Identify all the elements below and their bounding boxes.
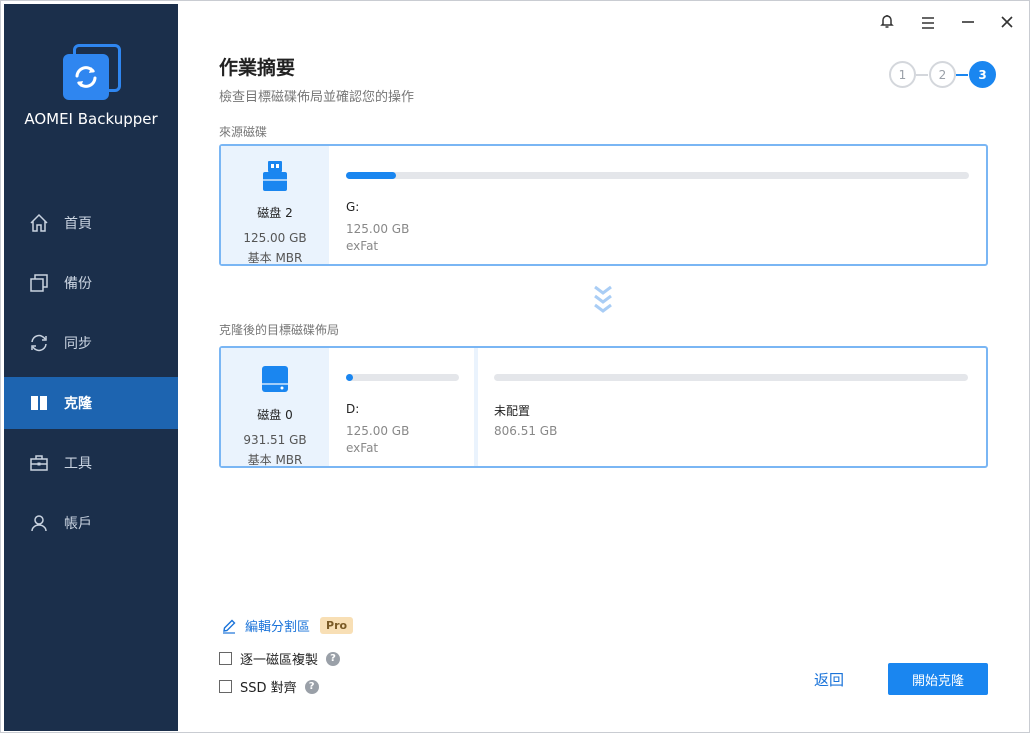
toolbox-icon <box>28 452 50 474</box>
sync-icon <box>28 332 50 354</box>
sidebar: AOMEI Backupper 首頁 備份 同步 克隆 工具 帳戶 <box>4 4 178 731</box>
partition-filesystem: exFat <box>346 441 379 455</box>
page-title: 作業摘要 <box>219 57 296 79</box>
partition-usage-bar <box>494 374 968 381</box>
source-disk-name: 磁盘 2 <box>257 206 293 220</box>
hamburger-menu-icon <box>921 14 935 33</box>
sector-by-sector-label[interactable]: 逐一磁區複製 <box>240 649 318 668</box>
notification-button[interactable] <box>873 9 901 37</box>
partition-usage-fill <box>346 374 353 381</box>
minimize-button[interactable] <box>954 9 982 37</box>
backup-icon <box>28 272 50 294</box>
page-subtitle: 檢查目標磁碟佈局並確認您的操作 <box>219 90 415 105</box>
minimize-icon <box>961 14 975 33</box>
destination-partition-unallocated[interactable]: 未配置 806.51 GB <box>478 348 986 466</box>
step-1: 1 <box>889 61 916 88</box>
sidebar-item-label: 同步 <box>64 336 92 352</box>
source-partition-g[interactable]: G: 125.00 GB exFat <box>329 146 986 264</box>
sidebar-item-label: 帳戶 <box>64 516 92 532</box>
step-2: 2 <box>929 61 956 88</box>
source-disk-info: 磁盘 2 125.00 GB 基本 MBR <box>221 146 329 265</box>
destination-disk-name: 磁盘 0 <box>257 408 293 422</box>
step-connector <box>916 74 928 76</box>
partition-label: D: <box>346 402 360 416</box>
menu-button[interactable] <box>914 9 942 37</box>
sidebar-item-account[interactable]: 帳戶 <box>4 497 178 549</box>
partition-size: 125.00 GB <box>346 222 410 236</box>
sector-by-sector-checkbox[interactable] <box>219 652 232 665</box>
sidebar-item-sync[interactable]: 同步 <box>4 317 178 369</box>
partition-label: G: <box>346 200 360 214</box>
partition-usage-bar <box>346 374 459 381</box>
ssd-align-option: SSD 對齊 ? <box>219 677 319 696</box>
edit-partition-label: 編輯分割區 <box>245 620 311 635</box>
clone-icon <box>28 392 50 414</box>
sidebar-item-backup[interactable]: 備份 <box>4 257 178 309</box>
source-disk-type: 基本 MBR <box>247 251 303 265</box>
back-button[interactable]: 返回 <box>799 663 859 695</box>
user-icon <box>28 512 50 534</box>
hard-disk-icon <box>260 364 290 398</box>
step-connector-active <box>956 74 968 76</box>
pencil-icon <box>221 618 237 634</box>
close-icon <box>1000 14 1014 33</box>
home-icon <box>28 212 50 234</box>
sidebar-item-label: 工具 <box>64 456 92 472</box>
partition-size: 125.00 GB <box>346 424 410 438</box>
app-window: AOMEI Backupper 首頁 備份 同步 克隆 工具 帳戶 作業摘要 檢… <box>0 0 1030 733</box>
ssd-align-label[interactable]: SSD 對齊 <box>240 677 297 696</box>
sidebar-item-label: 備份 <box>64 276 92 292</box>
sidebar-item-tools[interactable]: 工具 <box>4 437 178 489</box>
destination-partition-d[interactable]: D: 125.00 GB exFat <box>329 348 474 466</box>
destination-disk-info: 磁盘 0 931.51 GB 基本 MBR <box>221 348 329 467</box>
source-disk-label: 來源磁碟 <box>219 125 268 139</box>
chevrons-down-icon <box>592 284 614 316</box>
destination-disk-size: 931.51 GB <box>243 433 307 447</box>
edit-partition-link[interactable]: 編輯分割區 Pro <box>221 616 354 635</box>
sidebar-item-clone[interactable]: 克隆 <box>4 377 178 429</box>
ssd-align-checkbox[interactable] <box>219 680 232 693</box>
help-icon[interactable]: ? <box>326 651 341 666</box>
partition-usage-fill <box>346 172 396 179</box>
help-icon[interactable]: ? <box>304 679 319 694</box>
partition-filesystem: exFat <box>346 239 379 253</box>
step-3: 3 <box>969 61 996 88</box>
close-button[interactable] <box>993 9 1021 37</box>
source-disk-card[interactable]: 磁盘 2 125.00 GB 基本 MBR G: 125.00 GB exFat <box>219 144 988 266</box>
sidebar-item-label: 首頁 <box>64 216 92 232</box>
usb-drive-icon <box>261 160 289 196</box>
sidebar-item-home[interactable]: 首頁 <box>4 197 178 249</box>
app-logo-icon <box>63 44 123 104</box>
start-clone-button[interactable]: 開始克隆 <box>888 663 988 695</box>
sector-by-sector-option: 逐一磁區複製 ? <box>219 649 341 668</box>
partition-label: 未配置 <box>494 404 531 418</box>
sidebar-item-label: 克隆 <box>64 396 92 412</box>
partition-size: 806.51 GB <box>494 424 558 438</box>
destination-disk-type: 基本 MBR <box>247 453 303 467</box>
partition-usage-bar <box>346 172 969 179</box>
pro-badge: Pro <box>320 617 354 634</box>
bell-icon <box>879 13 895 33</box>
destination-disk-label: 克隆後的目標磁碟佈局 <box>219 323 340 337</box>
app-name: AOMEI Backupper <box>24 110 158 128</box>
source-disk-size: 125.00 GB <box>243 231 307 245</box>
destination-disk-card[interactable]: 磁盘 0 931.51 GB 基本 MBR D: 125.00 GB exFat… <box>219 346 988 468</box>
